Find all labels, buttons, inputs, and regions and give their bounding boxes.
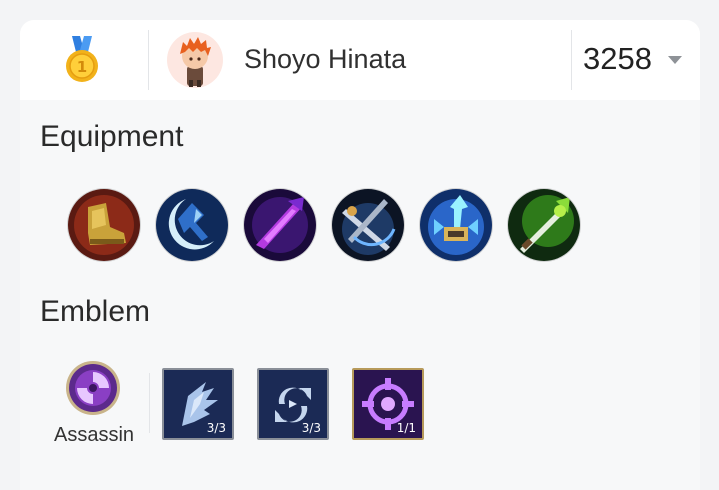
talent-count: 3/3 bbox=[206, 421, 226, 435]
svg-text:1: 1 bbox=[77, 58, 87, 76]
assassin-emblem-icon[interactable] bbox=[65, 360, 121, 416]
player-header: 1 Shoyo Hinata 3258 bbox=[20, 20, 700, 100]
score-divider bbox=[571, 30, 572, 90]
emblem-title: Emblem bbox=[40, 295, 151, 328]
player-score[interactable]: 3258 bbox=[583, 41, 652, 77]
cycle-arrows-talent-icon[interactable]: 3/3 bbox=[257, 368, 329, 440]
golden-boots-icon[interactable] bbox=[68, 189, 140, 261]
purple-demon-blade-icon[interactable] bbox=[244, 189, 316, 261]
chevron-down-icon[interactable] bbox=[668, 56, 682, 64]
azure-spear-icon[interactable] bbox=[420, 189, 492, 261]
player-name: Shoyo Hinata bbox=[244, 44, 407, 74]
wing-talent-icon[interactable]: 3/3 bbox=[162, 368, 234, 440]
build-card: 1 Shoyo Hinata 3258 Equipment Emblem Ass… bbox=[20, 20, 700, 490]
talent-count: 1/1 bbox=[396, 421, 416, 435]
crossed-blades-icon[interactable] bbox=[332, 189, 404, 261]
emblem-divider bbox=[149, 373, 150, 433]
crosshair-talent-icon[interactable]: 1/1 bbox=[352, 368, 424, 440]
emblem-label: Assassin bbox=[53, 424, 135, 446]
avatar[interactable] bbox=[167, 32, 223, 88]
green-sword-icon[interactable] bbox=[508, 189, 580, 261]
header-divider bbox=[148, 30, 149, 90]
talent-count: 3/3 bbox=[301, 421, 321, 435]
gold-medal-icon: 1 bbox=[64, 36, 100, 84]
equipment-title: Equipment bbox=[40, 120, 184, 153]
blue-crescent-blade-icon[interactable] bbox=[156, 189, 228, 261]
